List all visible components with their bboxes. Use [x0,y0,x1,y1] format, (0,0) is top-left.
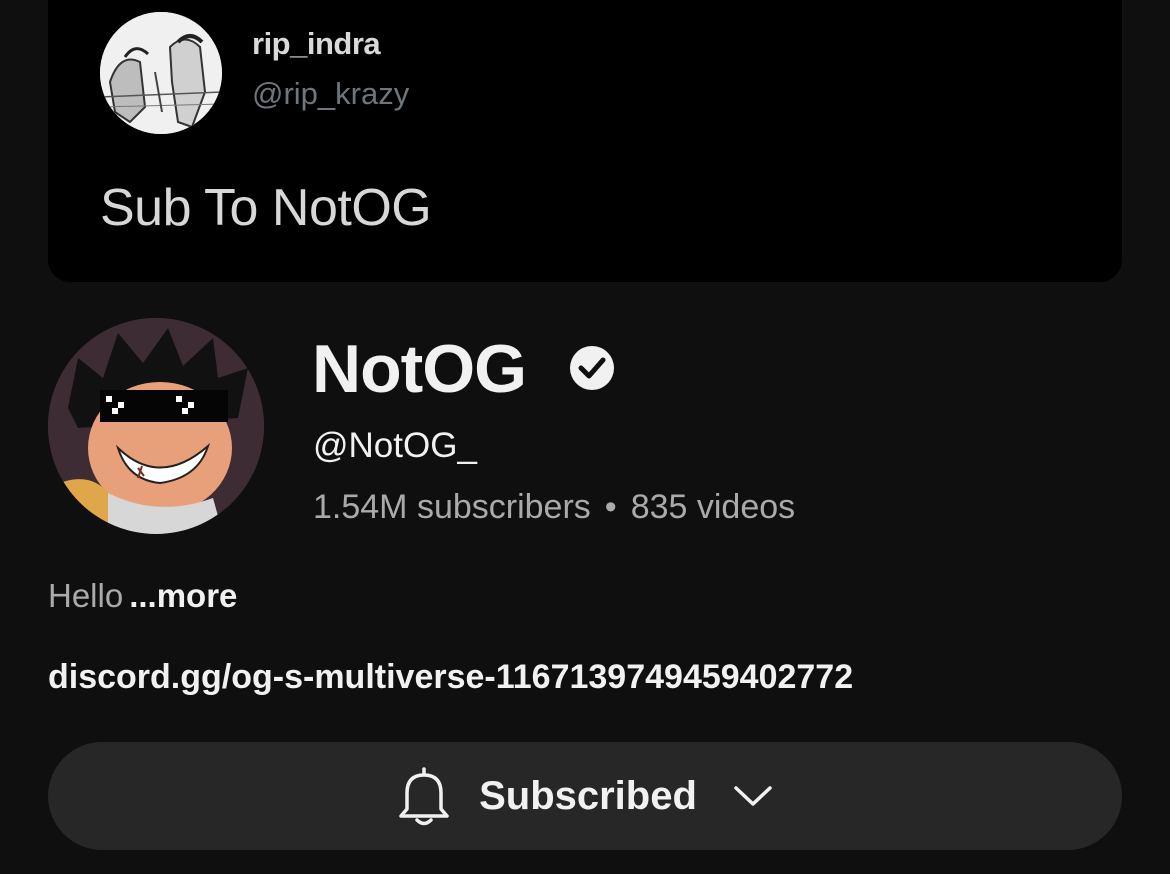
subscribed-button[interactable]: Subscribed [48,742,1122,850]
tweet-text: Sub To NotOG [100,179,432,237]
channel-avatar[interactable] [48,318,264,534]
tweet-handle[interactable]: @rip_krazy [252,76,409,112]
tweet-card: rip_indra @rip_krazy Sub To NotOG [48,0,1122,282]
channel-link[interactable]: discord.gg/og-s-multiverse-1167139749459… [48,658,853,697]
tweet-avatar[interactable] [100,12,222,134]
description-text: Hello [48,577,124,614]
tweet-display-name[interactable]: rip_indra [252,26,381,62]
chevron-down-icon [734,786,772,806]
more-link[interactable]: ...more [129,577,237,614]
video-count: 835 videos [630,488,796,526]
channel-description[interactable]: Hello ...more [48,577,237,615]
subscriber-count: 1.54M subscribers [313,488,591,526]
verified-badge-icon [570,346,614,390]
channel-handle: @NotOG_ [313,426,477,465]
channel-stats: 1.54M subscribers • 835 videos [313,488,795,527]
avatar-image [100,12,222,134]
subscribed-label: Subscribed [479,773,697,818]
channel-name: NotOG [312,331,527,407]
stats-separator: • [604,488,617,526]
avatar-image [48,318,264,534]
bell-icon [399,767,449,826]
